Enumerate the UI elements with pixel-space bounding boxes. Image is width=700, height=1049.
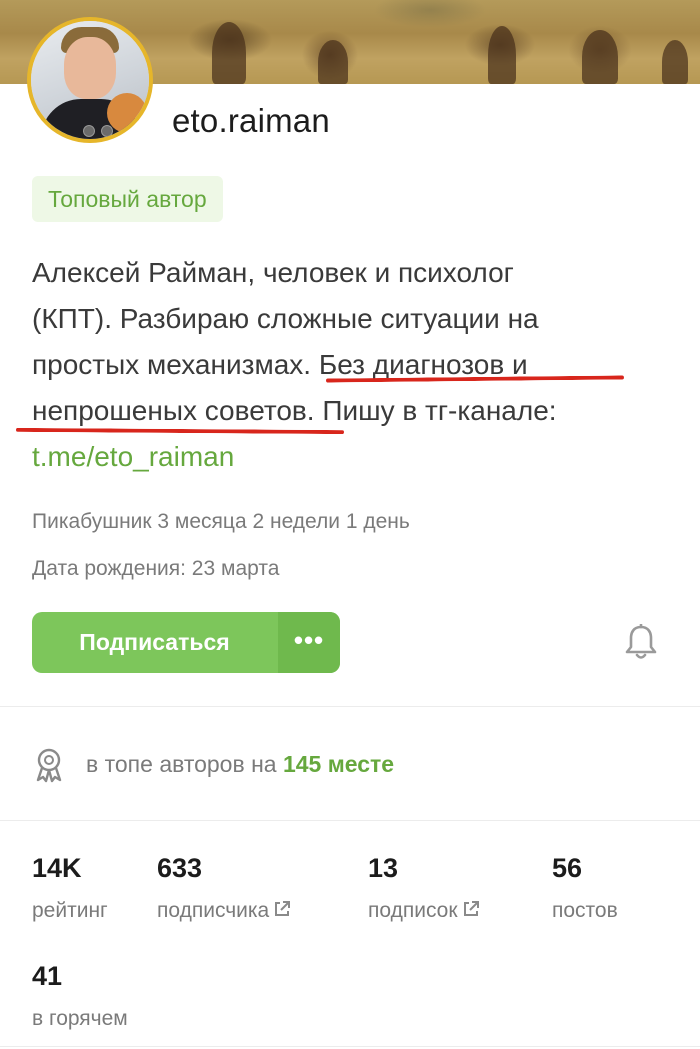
bio-line: Алексей Райман, человек и психолог [32, 257, 514, 288]
top-author-badge: Топовый автор [32, 176, 223, 222]
member-since: Пикабушник 3 месяца 2 недели 1 день [32, 510, 410, 533]
subscribe-button[interactable]: Подписаться [32, 612, 277, 673]
award-icon [36, 748, 62, 783]
bio-line: (КПТ). Разбираю сложные ситуации на [32, 303, 539, 334]
more-options-button[interactable]: ••• [278, 612, 340, 673]
external-link-icon [463, 901, 479, 916]
birthday: Дата рождения: 23 марта [32, 557, 280, 580]
username: eto.raiman [172, 102, 330, 139]
stat-posts[interactable]: 56 постов [552, 853, 618, 923]
profile-bio: Алексей Райман, человек и психолог (КПТ)… [32, 250, 682, 480]
subscribe-button-group: Подписаться ••• [32, 612, 340, 673]
rank-place[interactable]: 145 месте [283, 751, 394, 777]
bio-line: непрошеных советов. Пишу в тг-канале: [32, 395, 557, 426]
telegram-link[interactable]: t.me/eto_raiman [32, 434, 682, 480]
divider [0, 1046, 700, 1047]
divider [0, 820, 700, 821]
divider [0, 706, 700, 707]
stat-hot[interactable]: 41 в горячем [32, 961, 128, 1031]
rank-prefix: в топе авторов на [86, 751, 283, 777]
external-link-icon [275, 901, 291, 916]
stat-subscribers[interactable]: 633 подписчика [157, 853, 291, 923]
bell-icon[interactable] [624, 624, 658, 662]
stat-rating: 14K рейтинг [32, 853, 108, 922]
avatar[interactable] [27, 17, 153, 143]
stat-subscriptions[interactable]: 13 подписок [368, 853, 480, 923]
